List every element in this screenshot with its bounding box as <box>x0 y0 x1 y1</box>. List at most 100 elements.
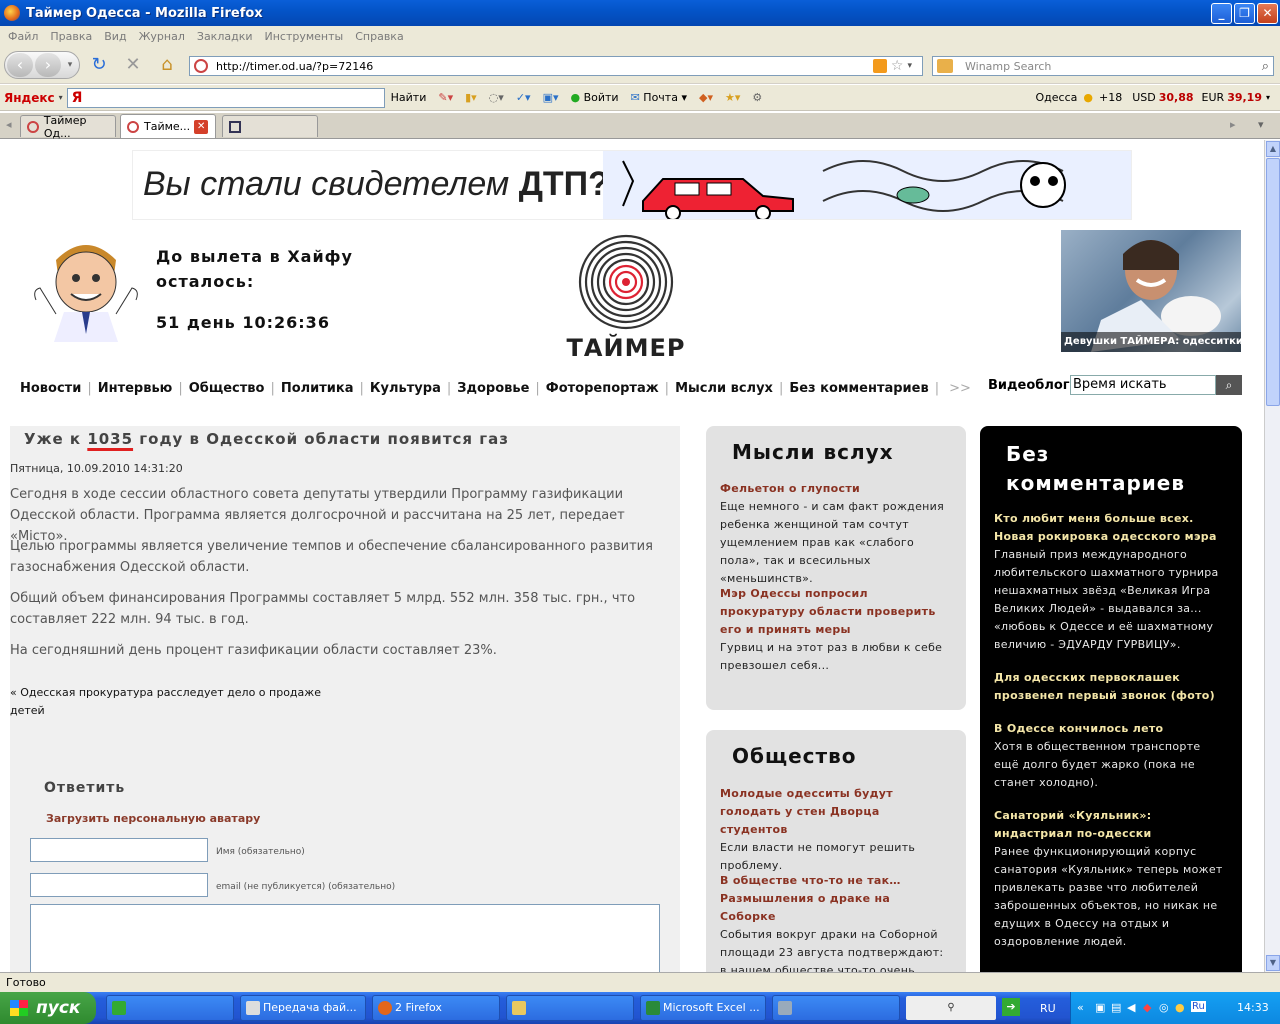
forward-button[interactable]: › <box>35 53 61 77</box>
nav-culture[interactable]: Культура <box>370 381 441 396</box>
bookmark-star-icon[interactable]: ☆ <box>891 58 904 74</box>
email-field[interactable] <box>30 873 208 897</box>
society-item-link[interactable]: Молодые одесситы будут голодать у стен Д… <box>720 785 950 839</box>
nav-society[interactable]: Общество <box>189 381 265 396</box>
tab-blank[interactable] <box>222 115 318 137</box>
settings-gear-icon[interactable]: ⚙ <box>746 91 768 104</box>
url-bar[interactable]: http://timer.od.ua/?p=72146 ☆ ▾ <box>189 56 923 76</box>
search-icon[interactable]: ⌕ <box>1262 59 1269 74</box>
yandex-find-button[interactable]: Найти <box>385 91 433 104</box>
search-box[interactable]: Winamp Search ⌕ <box>932 56 1274 76</box>
minimize-button[interactable]: _ <box>1211 3 1232 24</box>
taskbar-item-firefox[interactable]: 2 Firefox <box>372 995 500 1021</box>
bookmarks-icon[interactable]: ◆▾ <box>693 91 719 104</box>
girls-promo-image[interactable]: Девушки ТАЙМЕРА: одесситки <box>1061 230 1241 352</box>
rss-icon[interactable] <box>872 59 887 73</box>
translate-icon[interactable]: ▣▾ <box>537 91 565 104</box>
previous-article-link[interactable]: « Одесская прокуратура расследует дело о… <box>10 684 330 720</box>
tab-timer-active[interactable]: Тайме... ✕ <box>120 114 216 138</box>
network-icon[interactable]: ▣ <box>1095 1001 1105 1014</box>
nav-more[interactable]: >> <box>945 381 971 396</box>
menu-edit[interactable]: Правка <box>44 30 98 43</box>
tabs-list-icon[interactable]: ▾ <box>1258 118 1264 131</box>
no-comments-item-link[interactable]: Санаторий «Куяльник»: индастриал по-одес… <box>994 807 1224 843</box>
taskbar-item-excel[interactable]: Microsoft Excel ... <box>640 995 766 1021</box>
nav-health[interactable]: Здоровье <box>457 381 529 396</box>
no-comments-item-link[interactable]: Для одесских первоклашек прозвенел первы… <box>994 669 1224 705</box>
bar-chart-icon[interactable]: ▮▾ <box>459 91 483 104</box>
name-field[interactable] <box>30 838 208 862</box>
no-comments-item-link[interactable]: Кто любит меня больше всех. Новая рокиро… <box>994 510 1224 546</box>
go-arrow-icon[interactable]: ➔ <box>1002 998 1020 1016</box>
tabs-scroll-right-icon[interactable]: ▸ <box>1230 118 1236 131</box>
yandex-login-button[interactable]: ● Войти <box>564 91 624 104</box>
dtp-banner-ad[interactable]: Вы стали свидетелем ДТП? <box>132 150 1132 220</box>
back-button[interactable]: ‹ <box>7 53 33 77</box>
tray-expand-icon[interactable]: « <box>1077 1001 1084 1014</box>
history-dropdown-icon[interactable]: ▾ <box>63 53 77 77</box>
chat-icon[interactable]: ◌▾ <box>483 91 510 104</box>
menu-help[interactable]: Справка <box>349 30 409 43</box>
maximize-button[interactable]: ❐ <box>1234 3 1255 24</box>
upload-avatar-link[interactable]: Загрузить персональную аватару <box>46 812 260 825</box>
site-search-input[interactable]: Время искать <box>1070 375 1216 395</box>
printer-icon[interactable]: ▤ <box>1111 1001 1121 1014</box>
taskbar-item-other[interactable] <box>772 995 900 1021</box>
eur-rate[interactable]: 39,19 <box>1224 91 1266 104</box>
pencil-icon[interactable]: ✎▾ <box>432 91 459 104</box>
menu-tools[interactable]: Инструменты <box>259 30 350 43</box>
thoughts-item-link[interactable]: Фельетон о глупости <box>720 480 950 498</box>
lang-tray-icon[interactable]: Ru <box>1191 1001 1206 1012</box>
yandex-dropdown-icon[interactable]: ▾ <box>59 93 63 102</box>
nero-search-icon[interactable]: ⚲ <box>906 996 996 1020</box>
home-button[interactable]: ⌂ <box>156 52 178 78</box>
sun-tray-icon[interactable]: ● <box>1175 1001 1185 1014</box>
nav-interview[interactable]: Интервью <box>98 381 173 396</box>
site-search-button[interactable]: ⌕ <box>1216 375 1242 395</box>
tab-close-icon[interactable]: ✕ <box>194 119 209 134</box>
tab-timer-1[interactable]: Таймер Од... <box>20 114 116 140</box>
url-dropdown-icon[interactable]: ▾ <box>907 61 912 71</box>
hardware-icon[interactable]: ◎ <box>1159 1001 1169 1014</box>
scroll-down-icon[interactable]: ▼ <box>1266 955 1280 971</box>
tabs-scroll-left-icon[interactable]: ◂ <box>6 118 12 131</box>
scroll-up-icon[interactable]: ▲ <box>1266 141 1280 157</box>
weather-city[interactable]: Одесса <box>1030 91 1084 104</box>
timer-logo[interactable]: ТАЙМЕР <box>554 232 698 362</box>
close-window-button[interactable]: ✕ <box>1257 3 1278 24</box>
page-scrollbar[interactable]: ▲ ▼ <box>1264 140 1280 972</box>
clock[interactable]: 14:33 <box>1237 1001 1269 1014</box>
spellcheck-icon[interactable]: ✓▾ <box>510 91 537 104</box>
thoughts-item-link[interactable]: Мэр Одессы попросил прокуратуру области … <box>720 585 950 639</box>
taskbar-item-folder[interactable] <box>506 995 634 1021</box>
yandex-search-input[interactable]: Я <box>66 87 385 108</box>
comment-textarea[interactable] <box>30 904 660 972</box>
menu-view[interactable]: Вид <box>98 30 132 43</box>
reload-button[interactable]: ↻ <box>88 52 110 78</box>
usd-rate[interactable]: 30,88 <box>1156 91 1202 104</box>
volume-icon[interactable]: ◀ <box>1127 1001 1135 1014</box>
no-comments-item-link[interactable]: В Одессе кончилось лето <box>994 720 1224 738</box>
nav-thoughts[interactable]: Мысли вслух <box>675 381 773 396</box>
antivirus-icon[interactable]: ◆ <box>1143 1001 1151 1014</box>
favorites-star-icon[interactable]: ★▾ <box>719 91 746 104</box>
nav-photoreport[interactable]: Фоторепортаж <box>546 381 659 396</box>
yandex-logo[interactable]: Яндекс <box>0 91 59 105</box>
rates-dropdown-icon[interactable]: ▾ <box>1266 93 1270 102</box>
nav-politics[interactable]: Политика <box>281 381 354 396</box>
menu-file[interactable]: Файл <box>2 30 44 43</box>
start-button[interactable]: пуск <box>0 992 96 1024</box>
stop-button[interactable]: ✕ <box>122 52 144 78</box>
taskbar-item-transfer[interactable]: Передача фай... <box>240 995 366 1021</box>
nav-news[interactable]: Новости <box>20 381 81 396</box>
menu-history[interactable]: Журнал <box>133 30 191 43</box>
nav-videoblog[interactable]: Видеоблог <box>988 378 1070 393</box>
winamp-engine-icon[interactable] <box>937 59 953 73</box>
taskbar-item-app[interactable] <box>106 995 234 1021</box>
yandex-mail-button[interactable]: ✉ Почта ▾ <box>625 91 693 104</box>
nav-no-comments[interactable]: Без комментариев <box>789 381 928 396</box>
menu-bookmarks[interactable]: Закладки <box>191 30 259 43</box>
language-indicator[interactable]: RU <box>1040 1002 1056 1015</box>
scroll-thumb[interactable] <box>1266 158 1280 406</box>
society-item-link[interactable]: В обществе что-то не так… Размышления о … <box>720 872 950 926</box>
